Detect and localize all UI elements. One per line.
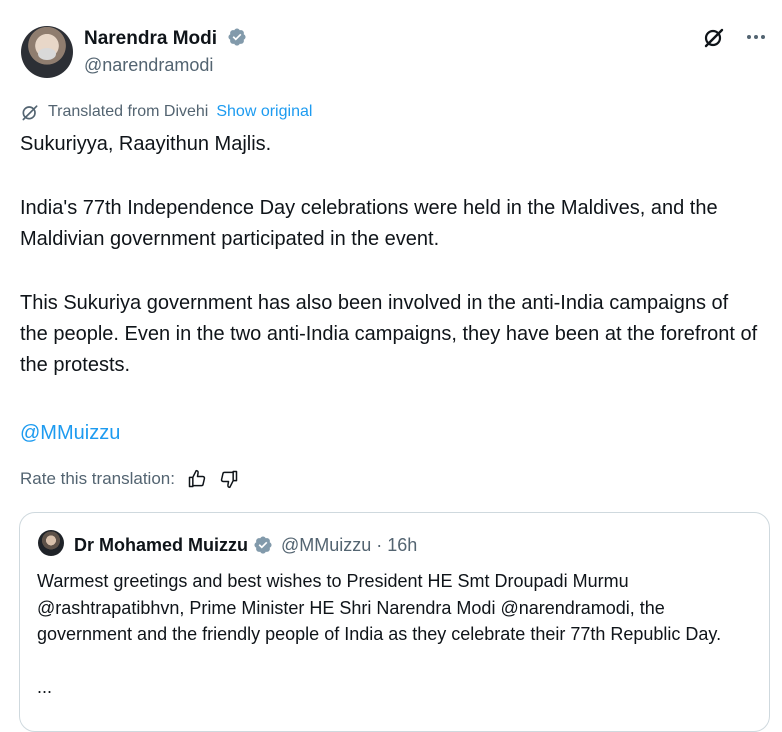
quoted-tweet-text: Warmest greetings and best wishes to Pre… <box>37 571 722 644</box>
grok-button[interactable] <box>702 25 726 49</box>
author-avatar[interactable] <box>21 26 73 78</box>
tweet-paragraph-2: India's 77th Independence Day celebratio… <box>20 197 718 250</box>
thumbs-down-button[interactable] <box>219 469 239 489</box>
rate-translation: Rate this translation: <box>20 467 239 491</box>
translate-icon <box>22 105 38 121</box>
tweet-mention-link[interactable]: @MMuizzu <box>20 418 120 449</box>
author-handle[interactable]: @narendramodi <box>84 53 213 77</box>
show-original-link[interactable]: Show original <box>216 101 312 123</box>
quoted-author-handle[interactable]: @MMuizzu <box>281 533 371 557</box>
verified-badge-icon <box>254 536 272 554</box>
grok-icon <box>704 28 724 48</box>
tweet-paragraph-3: This Sukuriya government has also been i… <box>20 292 758 376</box>
quoted-timestamp[interactable]: 16h <box>387 533 417 557</box>
author-name-row[interactable]: Narendra Modi <box>84 27 247 51</box>
more-icon <box>747 35 765 39</box>
rate-label: Rate this translation: <box>20 469 175 488</box>
quoted-author-name[interactable]: Dr Mohamed Muizzu <box>74 533 248 557</box>
author-name[interactable]: Narendra Modi <box>84 28 217 49</box>
more-button[interactable] <box>744 25 768 49</box>
translation-notice: Translated from Divehi Show original <box>20 101 312 123</box>
thumbs-up-icon <box>188 469 206 488</box>
thumbs-down-icon <box>220 470 238 489</box>
quoted-header: Dr Mohamed Muizzu @MMuizzu · 16h <box>74 533 417 557</box>
verified-badge-icon <box>228 28 246 46</box>
quoted-tweet[interactable]: Dr Mohamed Muizzu @MMuizzu · 16h Warmest… <box>19 512 770 732</box>
tweet-top-actions <box>702 25 768 49</box>
quoted-ellipsis: ... <box>37 677 53 697</box>
tweet-paragraph-1: Sukuriyya, Raayithun Majlis. <box>20 133 272 155</box>
quoted-separator: · <box>376 535 383 555</box>
quoted-author-avatar[interactable] <box>38 530 64 556</box>
thumbs-up-button[interactable] <box>187 469 207 489</box>
translation-note: Translated from Divehi <box>48 103 209 120</box>
